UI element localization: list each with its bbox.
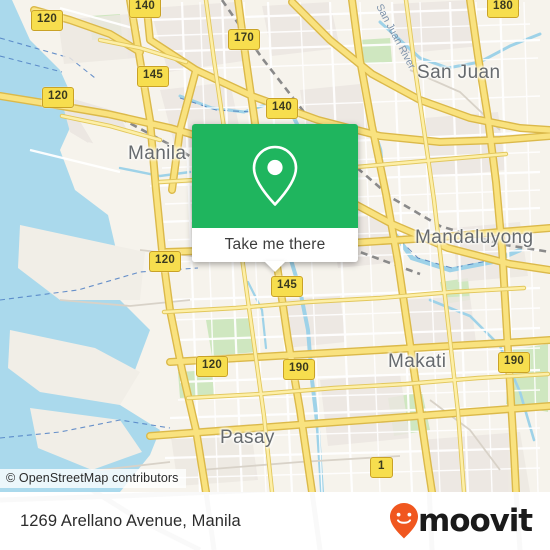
moovit-logo: moovit: [389, 502, 533, 540]
map-label-manila: Manila: [128, 143, 187, 164]
address-label: 1269 Arellano Avenue, Manila: [20, 511, 241, 530]
map-label-san-juan: San Juan: [417, 62, 501, 83]
highway-shield: 190: [498, 352, 531, 373]
map-pin-icon: [248, 143, 302, 209]
highway-shield: 145: [137, 66, 170, 87]
moovit-smiley-pin-icon: [389, 502, 419, 540]
highway-shield: 170: [228, 29, 261, 50]
map-label-pasay: Pasay: [220, 427, 275, 448]
moovit-wordmark: moovit: [418, 502, 533, 539]
map-label-mandaluyong: Mandaluyong: [415, 227, 534, 248]
footer-bar: 1269 Arellano Avenue, Manila moovit: [0, 492, 550, 550]
highway-shield: 120: [149, 251, 182, 272]
callout-pin-panel: [192, 124, 358, 228]
callout-pointer: [264, 261, 286, 272]
highway-shield: 190: [283, 359, 316, 380]
highway-shield: 120: [196, 356, 229, 377]
highway-shield: 145: [271, 276, 304, 297]
highway-shield: 140: [266, 98, 299, 119]
map-label-makati: Makati: [388, 351, 447, 372]
highway-shield: 120: [31, 10, 64, 31]
highway-shield: 1: [370, 457, 393, 478]
osm-attribution: © OpenStreetMap contributors: [0, 469, 186, 488]
highway-shield: 140: [129, 0, 162, 18]
highway-shield: 180: [487, 0, 520, 18]
callout-action-bar[interactable]: Take me there: [192, 228, 358, 272]
location-callout-card[interactable]: Take me there: [192, 124, 358, 272]
take-me-there-button[interactable]: Take me there: [225, 236, 326, 254]
screenshot-root: San Juan River Manila San Juan Mandaluyo…: [0, 0, 550, 550]
highway-shield: 120: [42, 87, 75, 108]
